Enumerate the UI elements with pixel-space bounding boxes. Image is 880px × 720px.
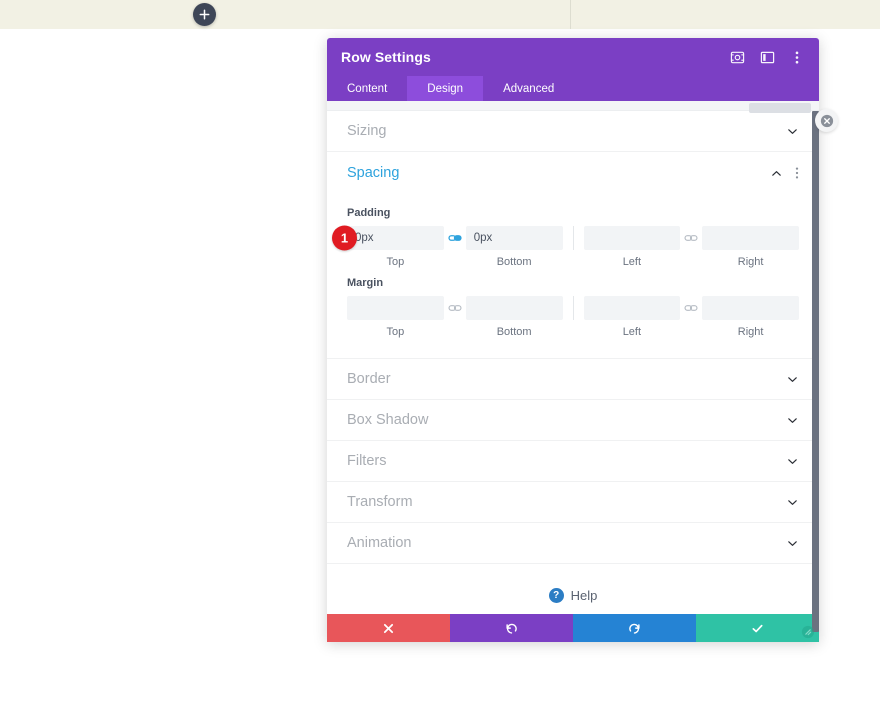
undo-icon [506, 623, 517, 634]
modal-title: Row Settings [341, 49, 431, 65]
padding-top-bottom-group [347, 226, 563, 250]
modal-header: Row Settings [327, 38, 819, 76]
help-circle-icon: ? [548, 588, 564, 603]
undo-button[interactable] [450, 614, 573, 642]
cancel-button[interactable] [327, 614, 450, 642]
margin-right-input[interactable] [702, 296, 799, 320]
modal-tab-bar: Content Design Advanced [327, 76, 819, 101]
margin-right-caption: Right [737, 326, 764, 338]
padding-top-input[interactable] [347, 226, 444, 250]
margin-bottom-input[interactable] [465, 296, 563, 320]
padding-bottom-input[interactable] [465, 226, 563, 250]
margin-label: Margin [347, 277, 384, 289]
resize-handle-icon[interactable] [799, 623, 817, 641]
section-border-label: Border [347, 371, 391, 387]
section-filters-label: Filters [347, 453, 387, 469]
padding-captions: Top Bottom Left Right [347, 256, 799, 268]
page-top-strip [0, 0, 880, 29]
plus-icon [199, 9, 210, 20]
margin-fields-row [347, 296, 799, 320]
section-box-shadow-chevron-down-icon[interactable] [786, 414, 799, 427]
margin-left-input[interactable] [583, 296, 681, 320]
section-filters[interactable]: Filters [327, 441, 819, 482]
add-row-button[interactable] [193, 3, 216, 26]
search-row-clipped [327, 101, 819, 113]
section-spacing-body: Padding 1 0px 0px Top Bottom Left Right … [327, 194, 819, 358]
margin-lr-link-inactive-icon[interactable] [680, 301, 702, 315]
margin-top-bottom-group [347, 296, 563, 320]
margin-captions: Top Bottom Left Right [347, 326, 799, 338]
layout-split-icon[interactable] [759, 49, 775, 65]
padding-fields-row: 1 [332, 225, 799, 251]
margin-group-divider [572, 296, 574, 320]
padding-lr-link-inactive-icon[interactable] [680, 231, 702, 245]
search-input-clipped[interactable] [749, 103, 811, 113]
section-transform-label: Transform [347, 494, 413, 510]
section-sizing-label: Sizing [347, 123, 387, 139]
checkmark-icon [752, 624, 763, 632]
section-sizing[interactable]: Sizing [327, 111, 819, 152]
tab-advanced[interactable]: Advanced [483, 76, 574, 101]
section-animation[interactable]: Animation [327, 523, 819, 564]
section-border[interactable]: Border [327, 359, 819, 400]
help-label[interactable]: Help [571, 588, 598, 603]
section-box-shadow-label: Box Shadow [347, 412, 429, 428]
padding-right-caption: Right [737, 256, 764, 268]
help-area[interactable]: ? Help [327, 564, 819, 614]
margin-left-caption: Left [622, 326, 642, 338]
section-spacing-header[interactable]: Spacing [327, 152, 819, 194]
step-badge-1: 1 [332, 225, 357, 251]
section-transform-chevron-down-icon[interactable] [786, 496, 799, 509]
times-icon [383, 623, 394, 633]
section-spacing-controls [770, 166, 799, 180]
margin-left-right-group [583, 296, 799, 320]
close-circle-icon[interactable] [815, 109, 838, 132]
link-active-icon[interactable] [444, 231, 466, 245]
padding-group-divider [572, 226, 574, 250]
section-transform[interactable]: Transform [327, 482, 819, 523]
margin-tb-link-inactive-icon[interactable] [444, 301, 466, 315]
padding-bottom-caption: Bottom [496, 256, 532, 268]
more-vertical-icon[interactable] [789, 49, 805, 65]
row-settings-modal: Row Settings Content Design Advanced Siz… [327, 38, 838, 642]
modal-vertical-scrollbar[interactable] [812, 111, 819, 632]
modal-header-actions [729, 49, 805, 65]
margin-bottom-caption: Bottom [496, 326, 532, 338]
padding-right-input[interactable] [702, 226, 799, 250]
tab-design[interactable]: Design [407, 76, 484, 101]
column-divider [570, 0, 571, 29]
section-animation-label: Animation [347, 535, 412, 551]
redo-button[interactable] [573, 614, 696, 642]
padding-left-caption: Left [622, 256, 642, 268]
padding-left-right-group [583, 226, 799, 250]
redo-icon [629, 623, 640, 634]
section-spacing: Spacing Padding 1 0px 0px Top Bottom Lef… [327, 152, 819, 359]
section-box-shadow[interactable]: Box Shadow [327, 400, 819, 441]
focus-icon[interactable] [729, 49, 745, 65]
chevron-down-icon[interactable] [786, 125, 799, 138]
section-animation-chevron-down-icon[interactable] [786, 537, 799, 550]
section-filters-chevron-down-icon[interactable] [786, 455, 799, 468]
section-spacing-more-vertical-icon[interactable] [795, 166, 799, 180]
margin-top-caption: Top [386, 326, 405, 338]
modal-body: Sizing Spacing Padding 1 0px 0px Top Bot… [327, 101, 819, 614]
tab-content[interactable]: Content [327, 76, 407, 101]
section-spacing-label: Spacing [347, 165, 400, 181]
padding-top-caption: Top [386, 256, 405, 268]
padding-label: Padding [347, 207, 391, 219]
modal-footer [327, 614, 819, 642]
section-border-chevron-down-icon[interactable] [786, 373, 799, 386]
margin-top-input[interactable] [347, 296, 444, 320]
chevron-up-icon[interactable] [770, 167, 783, 180]
padding-left-input[interactable] [583, 226, 681, 250]
save-button[interactable] [696, 614, 819, 642]
